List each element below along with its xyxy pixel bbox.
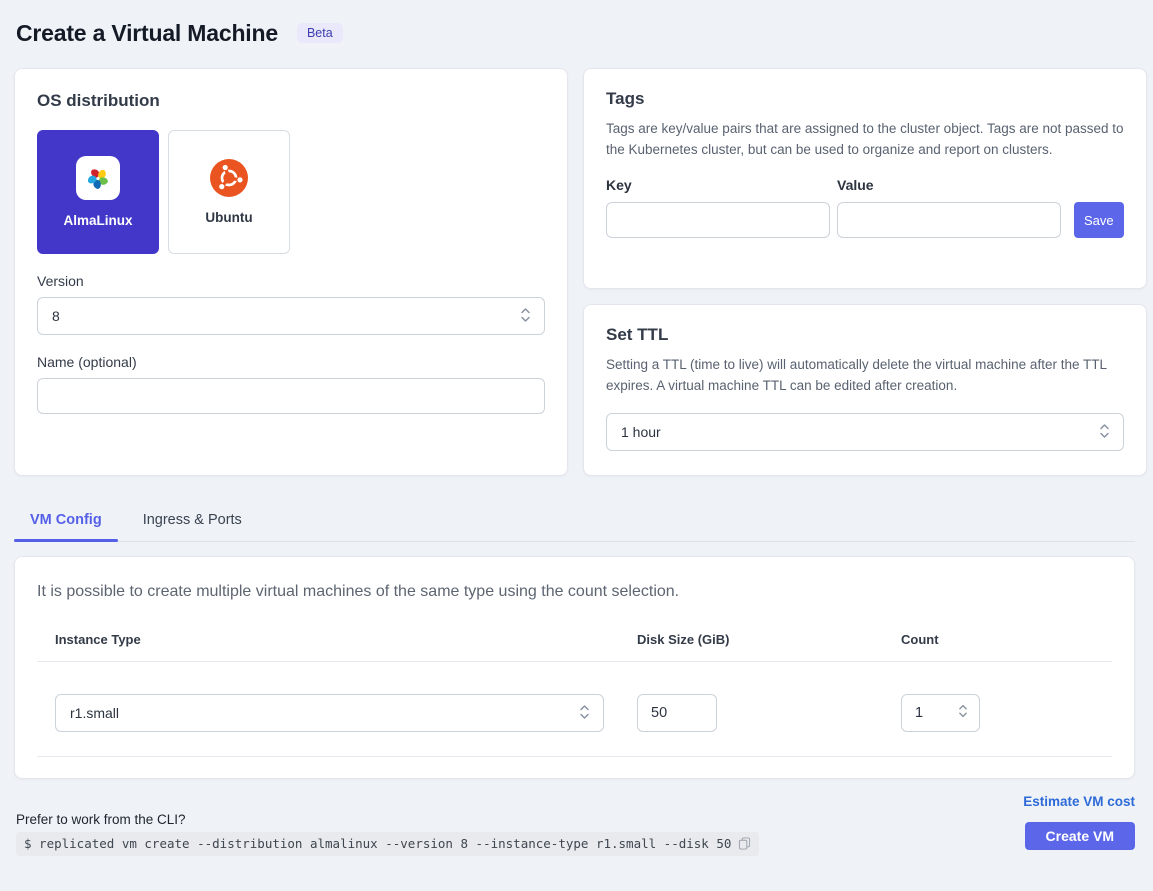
tags-card-title: Tags: [606, 89, 1124, 109]
vm-table-header: Instance Type Disk Size (GiB) Count: [37, 632, 1112, 647]
version-label: Version: [37, 273, 545, 289]
table-header-divider: [37, 661, 1112, 662]
count-stepper[interactable]: 1: [901, 694, 980, 732]
count-value: 1: [915, 705, 923, 721]
os-option-label: Ubuntu: [205, 210, 252, 225]
chevron-up-down-icon: [958, 703, 968, 723]
top-cards-row: OS distribution: [14, 68, 1135, 476]
table-bottom-divider: [37, 756, 1112, 757]
almalinux-logo-icon: [76, 156, 120, 200]
name-input[interactable]: [37, 378, 545, 414]
page-header: Create a Virtual Machine Beta: [16, 12, 1135, 54]
os-options: AlmaLinux: [37, 130, 545, 254]
tags-card: Tags Tags are key/value pairs that are a…: [583, 68, 1147, 289]
disk-size-input[interactable]: [637, 694, 717, 732]
page-footer: Prefer to work from the CLI? $ replicate…: [14, 794, 1135, 856]
tag-key-label: Key: [606, 177, 830, 193]
os-option-ubuntu[interactable]: Ubuntu: [168, 130, 290, 254]
create-vm-page: Create a Virtual Machine Beta OS distrib…: [0, 0, 1153, 856]
ttl-select-value: 1 hour: [621, 424, 661, 440]
tab-ingress-ports[interactable]: Ingress & Ports: [127, 503, 258, 541]
config-tabs: VM Config Ingress & Ports: [14, 503, 1135, 542]
instance-type-select[interactable]: r1.small: [55, 694, 604, 732]
chevron-up-down-icon: [520, 306, 531, 327]
os-card-title: OS distribution: [37, 91, 545, 111]
tag-value-input[interactable]: [837, 202, 1061, 238]
tab-vm-config[interactable]: VM Config: [14, 503, 118, 541]
create-vm-button[interactable]: Create VM: [1025, 822, 1135, 850]
instance-type-value: r1.small: [70, 705, 119, 721]
chevron-up-down-icon: [1099, 422, 1110, 443]
column-disk-size: Disk Size (GiB): [637, 632, 901, 647]
beta-badge: Beta: [297, 23, 343, 44]
page-title: Create a Virtual Machine: [16, 20, 278, 47]
save-tag-button[interactable]: Save: [1074, 202, 1124, 238]
os-option-almalinux[interactable]: AlmaLinux: [37, 130, 159, 254]
ttl-card-title: Set TTL: [606, 325, 1124, 345]
ttl-description: Setting a TTL (time to live) will automa…: [606, 355, 1124, 396]
vm-config-card: It is possible to create multiple virtua…: [14, 556, 1135, 779]
ubuntu-logo-icon: [210, 159, 248, 197]
chevron-up-down-icon: [579, 703, 590, 724]
set-ttl-card: Set TTL Setting a TTL (time to live) wil…: [583, 304, 1147, 476]
os-distribution-card: OS distribution: [14, 68, 568, 476]
version-select[interactable]: 8: [37, 297, 545, 335]
estimate-cost-link[interactable]: Estimate VM cost: [1023, 794, 1135, 809]
tag-key-value-row: Key Value Save: [606, 177, 1124, 238]
column-instance-type: Instance Type: [55, 632, 637, 647]
cli-command: $ replicated vm create --distribution al…: [24, 836, 731, 851]
vm-config-note: It is possible to create multiple virtua…: [37, 583, 1112, 601]
version-select-value: 8: [52, 308, 60, 324]
footer-actions: Estimate VM cost Create VM: [1023, 794, 1135, 850]
cli-section: Prefer to work from the CLI? $ replicate…: [16, 812, 759, 856]
tag-key-input[interactable]: [606, 202, 830, 238]
copy-icon[interactable]: [738, 837, 751, 850]
cli-command-block: $ replicated vm create --distribution al…: [16, 832, 759, 856]
ttl-select[interactable]: 1 hour: [606, 413, 1124, 451]
os-option-label: AlmaLinux: [63, 213, 132, 228]
tag-value-label: Value: [837, 177, 1061, 193]
right-column: Tags Tags are key/value pairs that are a…: [583, 68, 1147, 476]
tags-description: Tags are key/value pairs that are assign…: [606, 119, 1124, 160]
vm-config-row: r1.small 1: [37, 694, 1112, 732]
cli-prompt: Prefer to work from the CLI?: [16, 812, 759, 827]
name-label: Name (optional): [37, 354, 545, 370]
column-count: Count: [901, 632, 1112, 647]
